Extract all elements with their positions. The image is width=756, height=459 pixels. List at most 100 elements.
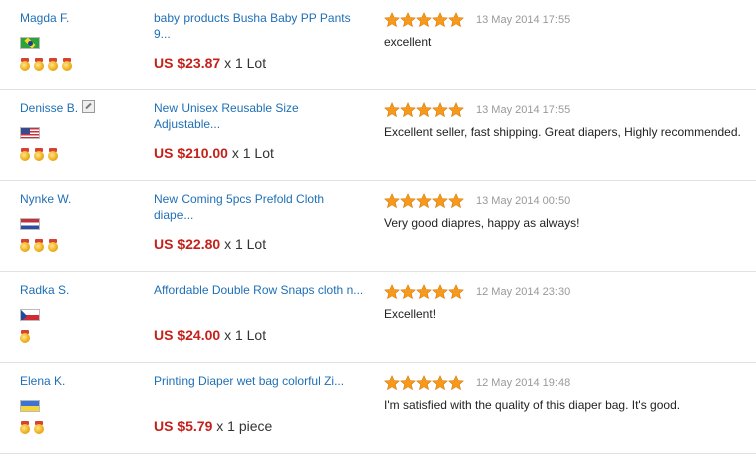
product-title-link[interactable]: Affordable Double Row Snaps cloth n... (154, 282, 364, 298)
country-flag-icon (20, 309, 40, 321)
star-icon (400, 193, 416, 209)
buyer-info: Radka S. (20, 282, 140, 346)
review: 13 May 2014 17:55 excellent (384, 12, 756, 50)
buyer-level-medals (20, 239, 140, 255)
product-title-link[interactable]: Printing Diaper wet bag colorful Zi... (154, 373, 364, 389)
price: US $5.79 (154, 418, 213, 434)
star-icon (416, 12, 432, 28)
buyer-level-medals (20, 421, 140, 437)
price: US $23.87 (154, 55, 221, 71)
feedback-row: Denisse B. New Unisex Reusable Size Adju… (0, 90, 756, 181)
buyer-name-link[interactable]: Elena K. (20, 373, 65, 389)
star-rating (384, 193, 464, 209)
feedback-list: Magda F. baby products Busha Baby PP Pan… (0, 0, 756, 454)
quantity: x 1 piece (216, 418, 273, 434)
buyer-info: Nynke W. (20, 191, 140, 255)
star-icon (432, 102, 448, 118)
review-comment: Very good diapres, happy as always! (384, 216, 580, 230)
medal-icon (34, 239, 44, 253)
buyer-info: Denisse B. (20, 100, 140, 164)
medal-icon (34, 148, 44, 162)
price-line: US $210.00 x 1 Lot (154, 145, 274, 161)
medal-icon (62, 58, 72, 72)
star-rating (384, 12, 464, 28)
star-icon (448, 12, 464, 28)
review-date: 12 May 2014 23:30 (476, 286, 571, 298)
country-flag-icon (20, 400, 40, 412)
medal-icon (20, 239, 30, 253)
buyer-info: Magda F. (20, 10, 140, 74)
buyer-level-medals (20, 330, 140, 346)
star-icon (448, 193, 464, 209)
star-rating (384, 102, 464, 118)
verified-icon (82, 100, 96, 113)
star-icon (416, 193, 432, 209)
star-rating (384, 375, 464, 391)
star-icon (432, 12, 448, 28)
review-date: 12 May 2014 19:48 (476, 377, 571, 389)
price-line: US $22.80 x 1 Lot (154, 236, 266, 252)
medal-icon (48, 58, 58, 72)
medal-icon (20, 58, 30, 72)
medal-icon (20, 330, 30, 344)
star-rating (384, 284, 464, 300)
star-icon (432, 284, 448, 300)
star-icon (416, 284, 432, 300)
price-line: US $5.79 x 1 piece (154, 418, 272, 434)
buyer-level-medals (20, 148, 140, 164)
buyer-name-link[interactable]: Radka S. (20, 282, 69, 298)
star-icon (400, 12, 416, 28)
product-info: Affordable Double Row Snaps cloth n... U… (154, 282, 364, 343)
star-icon (400, 102, 416, 118)
star-icon (400, 284, 416, 300)
star-icon (448, 284, 464, 300)
star-icon (384, 284, 400, 300)
buyer-name-link[interactable]: Magda F. (20, 10, 69, 26)
product-info: baby products Busha Baby PP Pants 9... U… (154, 10, 364, 71)
review: 12 May 2014 23:30 Excellent! (384, 284, 756, 322)
medal-icon (34, 58, 44, 72)
buyer-name-link[interactable]: Nynke W. (20, 191, 71, 207)
review: 13 May 2014 00:50 Very good diapres, hap… (384, 193, 756, 231)
price: US $210.00 (154, 145, 228, 161)
feedback-row: Elena K. Printing Diaper wet bag colorfu… (0, 363, 756, 454)
medal-icon (48, 239, 58, 253)
feedback-row: Nynke W. New Coming 5pcs Prefold Cloth d… (0, 181, 756, 272)
product-title-link[interactable]: New Unisex Reusable Size Adjustable... (154, 100, 364, 132)
product-title-link[interactable]: New Coming 5pcs Prefold Cloth diape... (154, 191, 364, 223)
buyer-info: Elena K. (20, 373, 140, 437)
country-flag-icon (20, 127, 40, 139)
review-comment: excellent (384, 35, 432, 49)
star-icon (384, 102, 400, 118)
medal-icon (48, 148, 58, 162)
quantity: x 1 Lot (224, 327, 267, 343)
review: 12 May 2014 19:48 I'm satisfied with the… (384, 375, 756, 413)
review-date: 13 May 2014 17:55 (476, 14, 571, 26)
star-icon (384, 193, 400, 209)
country-flag-icon (20, 218, 40, 230)
star-icon (448, 375, 464, 391)
star-icon (384, 375, 400, 391)
medal-icon (20, 148, 30, 162)
review-comment: Excellent seller, fast shipping. Great d… (384, 125, 741, 139)
review-date: 13 May 2014 17:55 (476, 104, 571, 116)
review: 13 May 2014 17:55 Excellent seller, fast… (384, 102, 756, 140)
star-icon (432, 193, 448, 209)
review-date: 13 May 2014 00:50 (476, 195, 571, 207)
quantity: x 1 Lot (224, 55, 267, 71)
buyer-level-medals (20, 58, 140, 74)
star-icon (400, 375, 416, 391)
product-info: New Unisex Reusable Size Adjustable... U… (154, 100, 364, 161)
star-icon (416, 375, 432, 391)
review-comment: I'm satisfied with the quality of this d… (384, 398, 681, 412)
buyer-name-link[interactable]: Denisse B. (20, 100, 78, 116)
medal-icon (34, 421, 44, 435)
price: US $24.00 (154, 327, 221, 343)
feedback-row: Radka S. Affordable Double Row Snaps clo… (0, 272, 756, 363)
star-icon (384, 12, 400, 28)
feedback-row: Magda F. baby products Busha Baby PP Pan… (0, 0, 756, 90)
star-icon (432, 375, 448, 391)
country-flag-icon (20, 37, 40, 49)
product-title-link[interactable]: baby products Busha Baby PP Pants 9... (154, 10, 364, 42)
price-line: US $24.00 x 1 Lot (154, 327, 266, 343)
